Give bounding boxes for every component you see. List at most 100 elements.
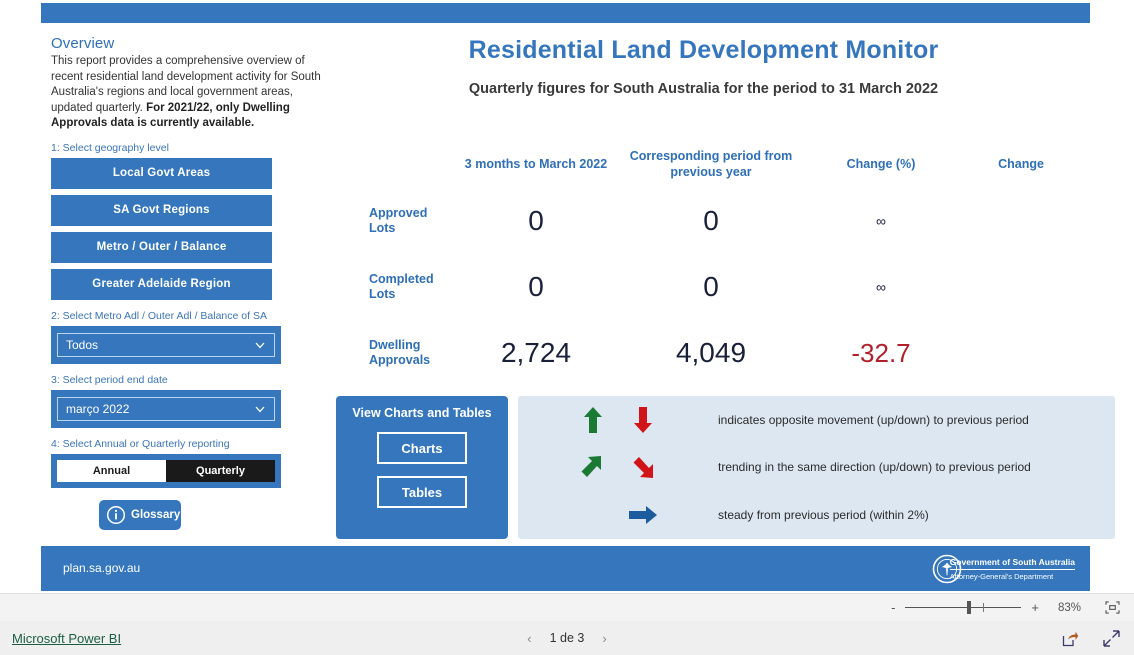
table-row: Completed Lots 0 0 ∞ bbox=[341, 254, 1101, 320]
overview-heading: Overview bbox=[51, 35, 115, 52]
page-navigation: ‹ 1 de 3 › bbox=[527, 631, 606, 646]
legend-row-same-direction: trending in the same direction (up/down)… bbox=[518, 444, 1115, 492]
row-value-previous: 4,049 bbox=[675, 337, 747, 368]
geography-button-label: Local Govt Areas bbox=[112, 167, 211, 179]
column-header-previous-period: Corresponding period from previous year bbox=[629, 149, 793, 179]
region-dropdown-value: Todos bbox=[66, 337, 99, 352]
legend-icons bbox=[518, 406, 718, 434]
arrow-down-red-icon bbox=[634, 406, 652, 433]
legend-row-steady: steady from previous period (within 2%) bbox=[518, 491, 1115, 539]
tables-button-label: Tables bbox=[401, 484, 443, 500]
overview-text: This report provides a comprehensive ove… bbox=[51, 54, 336, 132]
report-header-bar bbox=[41, 3, 1090, 23]
geography-button-greater-adelaide-region[interactable]: Greater Adelaide Region bbox=[51, 268, 272, 300]
geography-button-metro-outer-balance[interactable]: Metro / Outer / Balance bbox=[51, 231, 272, 263]
region-dropdown[interactable]: Todos bbox=[57, 332, 275, 357]
row-value-change-pct: ∞ bbox=[876, 213, 886, 229]
report-footer: plan.sa.gov.au Government of South Austr… bbox=[41, 546, 1090, 591]
column-header-blank bbox=[341, 140, 456, 188]
page-subtitle: Quarterly figures for South Australia fo… bbox=[468, 81, 939, 97]
bottom-bar: Microsoft Power BI ‹ 1 de 3 › bbox=[0, 621, 1134, 655]
row-label-approved-lots: Approved Lots bbox=[369, 206, 428, 235]
arrow-up-green-icon bbox=[584, 406, 602, 433]
fit-to-page-icon[interactable] bbox=[1105, 601, 1120, 614]
step2-label: 2: Select Metro Adl / Outer Adl / Balanc… bbox=[51, 309, 267, 322]
row-value-current: 2,724 bbox=[500, 337, 572, 368]
step1-label: 1: Select geography level bbox=[51, 141, 169, 154]
glossary-button[interactable]: Glossary bbox=[99, 499, 181, 530]
row-label-dwelling-approvals: Dwelling Approvals bbox=[369, 338, 431, 367]
previous-page-button[interactable]: ‹ bbox=[527, 631, 531, 646]
geography-button-sa-govt-regions[interactable]: SA Govt Regions bbox=[51, 194, 272, 226]
zoom-out-button[interactable]: - bbox=[891, 600, 895, 615]
row-value-current: 0 bbox=[528, 271, 544, 302]
row-label-completed-lots: Completed Lots bbox=[369, 272, 434, 301]
table-row: Approved Lots 0 0 ∞ bbox=[341, 188, 1101, 254]
view-panel-title: View Charts and Tables bbox=[352, 406, 492, 420]
region-dropdown-container: Todos bbox=[51, 325, 281, 364]
legend-panel: indicates opposite movement (up/down) to… bbox=[518, 396, 1115, 539]
fullscreen-icon[interactable] bbox=[1103, 629, 1120, 647]
column-header-change-pct: Change (%) bbox=[846, 157, 916, 171]
geography-button-local-govt-areas[interactable]: Local Govt Areas bbox=[51, 157, 272, 189]
period-dropdown[interactable]: março 2022 bbox=[57, 396, 275, 421]
row-value-change-pct: -32.7 bbox=[851, 337, 911, 368]
legend-icons bbox=[518, 454, 718, 480]
geography-button-label: Greater Adelaide Region bbox=[92, 278, 231, 290]
government-line1: Government of South Australia bbox=[949, 557, 1075, 570]
geography-button-label: SA Govt Regions bbox=[113, 204, 210, 216]
zoom-slider-tick bbox=[983, 603, 985, 612]
row-value-current: 0 bbox=[528, 205, 544, 236]
glossary-label: Glossary bbox=[131, 508, 181, 521]
reporting-toggle: Annual Quarterly bbox=[51, 453, 281, 488]
report-canvas: Overview This report provides a comprehe… bbox=[41, 0, 1115, 593]
page-indicator: 1 de 3 bbox=[549, 631, 585, 645]
geography-button-label: Metro / Outer / Balance bbox=[96, 241, 227, 253]
page-title: Residential Land Development Monitor bbox=[468, 36, 939, 64]
legend-text: trending in the same direction (up/down)… bbox=[718, 460, 1031, 475]
tables-button[interactable]: Tables bbox=[377, 476, 467, 508]
period-dropdown-container: março 2022 bbox=[51, 389, 281, 428]
next-page-button[interactable]: › bbox=[602, 631, 606, 646]
column-header-change: Change bbox=[998, 157, 1044, 171]
zoom-level-label: 83% bbox=[1057, 601, 1081, 614]
view-charts-tables-panel: View Charts and Tables Charts Tables bbox=[336, 396, 508, 539]
reporting-toggle-annual[interactable]: Annual bbox=[57, 459, 166, 482]
zoom-slider[interactable] bbox=[905, 601, 1022, 614]
zoom-in-button[interactable]: + bbox=[1031, 600, 1039, 615]
microsoft-power-bi-link[interactable]: Microsoft Power BI bbox=[12, 631, 121, 646]
period-dropdown-value: março 2022 bbox=[66, 401, 130, 416]
government-line2: Attorney-General's Department bbox=[949, 572, 1054, 581]
legend-icons bbox=[518, 504, 718, 526]
charts-button[interactable]: Charts bbox=[377, 432, 467, 464]
zoom-slider-thumb[interactable] bbox=[967, 601, 972, 614]
summary-table: 3 months to March 2022 Corresponding per… bbox=[341, 140, 1101, 386]
chevron-down-icon bbox=[255, 342, 265, 348]
chevron-down-icon bbox=[255, 406, 265, 412]
legend-row-opposite: indicates opposite movement (up/down) to… bbox=[518, 396, 1115, 444]
legend-text: steady from previous period (within 2%) bbox=[718, 507, 929, 522]
reporting-toggle-label: Quarterly bbox=[196, 464, 245, 477]
row-value-change-pct: ∞ bbox=[876, 279, 886, 295]
arrow-right-blue-icon bbox=[629, 505, 657, 524]
zoom-toolbar: - + 83% bbox=[0, 593, 1134, 621]
government-wordmark: Government of South Australia Attorney-G… bbox=[949, 557, 1075, 581]
table-row: Dwelling Approvals 2,724 4,049 -32.7 bbox=[341, 320, 1101, 386]
column-header-current-period: 3 months to March 2022 bbox=[464, 157, 608, 171]
row-value-previous: 0 bbox=[703, 271, 719, 302]
info-icon bbox=[106, 505, 126, 524]
reporting-toggle-label: Annual bbox=[92, 464, 131, 477]
share-icon[interactable] bbox=[1062, 630, 1079, 647]
table-header-row: 3 months to March 2022 Corresponding per… bbox=[341, 140, 1101, 188]
bottom-bar-actions bbox=[1062, 629, 1120, 647]
reporting-toggle-quarterly[interactable]: Quarterly bbox=[166, 459, 275, 482]
arrow-down-right-red-icon bbox=[633, 457, 653, 479]
charts-button-label: Charts bbox=[401, 440, 443, 456]
arrow-up-right-green-icon bbox=[581, 456, 601, 478]
report-title-block: Residential Land Development Monitor Qua… bbox=[341, 36, 1081, 97]
step4-label: 4: Select Annual or Quarterly reporting bbox=[51, 437, 230, 450]
legend-text: indicates opposite movement (up/down) to… bbox=[718, 412, 1029, 427]
left-control-panel: Overview This report provides a comprehe… bbox=[51, 35, 336, 530]
step3-label: 3: Select period end date bbox=[51, 373, 168, 386]
footer-url: plan.sa.gov.au bbox=[63, 561, 141, 575]
